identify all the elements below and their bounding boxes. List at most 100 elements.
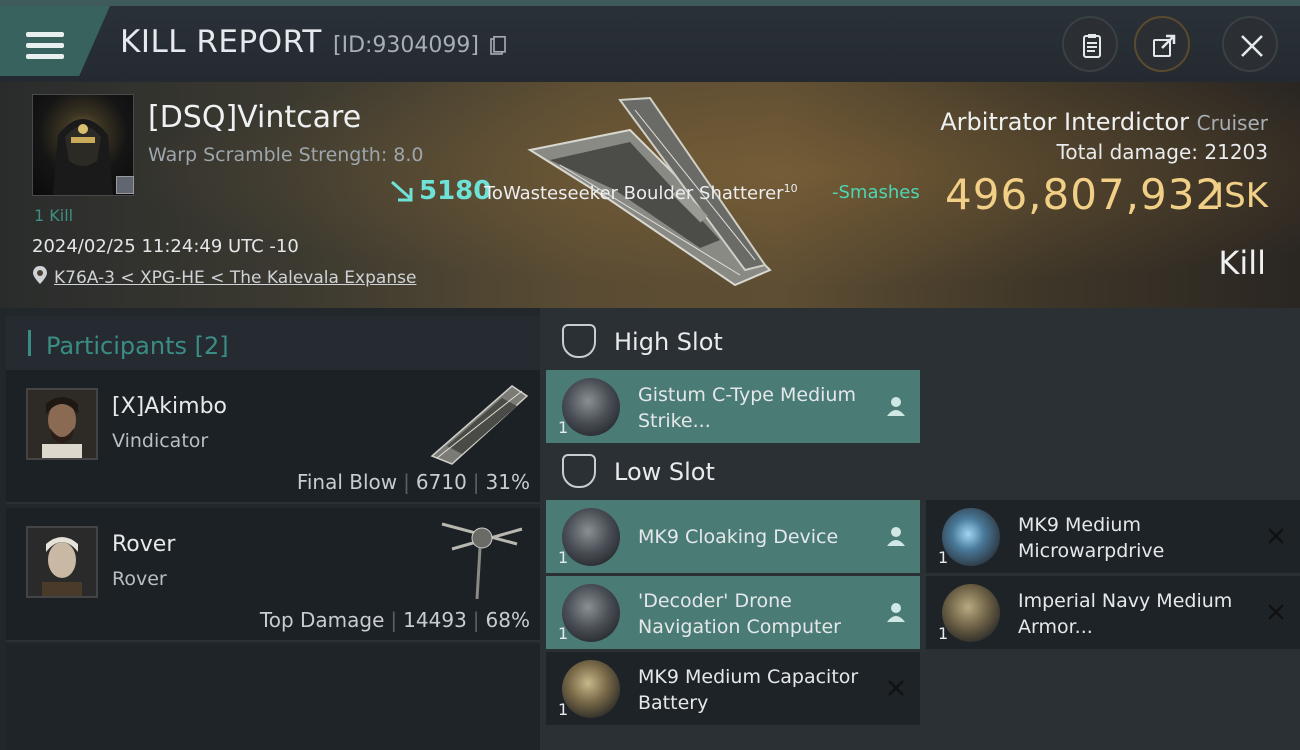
damage-arrow-icon (391, 180, 413, 202)
item-quantity: 1 (938, 624, 949, 643)
total-damage-label: Total damage: (1056, 140, 1199, 164)
drone-navigation-icon (562, 584, 620, 642)
stats-divider: | (472, 608, 480, 632)
hamburger-icon[interactable] (26, 32, 64, 60)
row-separator (6, 640, 540, 642)
participant-stats: Top Damage | 14493 | 68% (260, 608, 530, 632)
stats-divider: | (472, 470, 480, 494)
isk-value: 496,807,932 (945, 170, 1224, 219)
result-label: Kill (1218, 244, 1266, 282)
participant-percent: 68% (485, 608, 530, 632)
item-quantity: 1 (558, 548, 569, 567)
low-slot-header: Low Slot (548, 442, 1300, 502)
participant-ship-image (441, 522, 523, 600)
participant-damage: 6710 (415, 470, 467, 494)
pilot-icon (887, 603, 905, 622)
stats-divider: | (403, 470, 410, 494)
item-name: MK9 Medium Capacitor Battery (638, 666, 859, 714)
participant-ship-image (430, 385, 529, 465)
microwarpdrive-icon (942, 508, 1000, 566)
victim-ship: Arbitrator Interdictor Cruiser (940, 108, 1268, 136)
copy-icon[interactable] (490, 36, 506, 56)
participants-panel: Participants [2] [X]Akimbo Vindicator Fi… (0, 308, 540, 750)
page-title: KILL REPORT (120, 24, 322, 60)
damage-amount: 5180 (419, 176, 492, 206)
participant-role: Final Blow (296, 470, 398, 494)
item-name: Imperial Navy Medium Armor... (1018, 590, 1233, 638)
close-button[interactable] (1222, 16, 1278, 72)
warp-scramble-strength: Warp Scramble Strength: 8.0 (148, 144, 424, 166)
close-icon (888, 680, 904, 696)
high-slot-icon (562, 324, 596, 358)
isk-label: ISK (1214, 176, 1268, 216)
participant-name[interactable]: [X]Akimbo (112, 394, 227, 419)
location-pin-icon (33, 266, 47, 284)
item-name: MK9 Cloaking Device (638, 526, 839, 548)
low-slot-icon (562, 454, 596, 488)
participant-damage: 14493 (403, 608, 467, 632)
report-id: [ID:9304099] (333, 33, 479, 58)
bearded-portrait-icon (28, 390, 96, 458)
fitting-item[interactable]: 1 MK9 Medium Microwarpdrive (926, 500, 1300, 573)
menu-badge-icon (116, 176, 134, 194)
damage-target-level: 10 (783, 182, 798, 195)
participants-empty-area (6, 644, 540, 750)
victim-ship-name: Arbitrator Interdictor (940, 108, 1189, 136)
strike-missile-icon (562, 378, 620, 436)
clipboard-icon (1083, 34, 1101, 58)
damage-verb: -Smashes (832, 182, 920, 203)
participant-ship: Vindicator (112, 430, 209, 452)
pilot-icon (887, 527, 905, 546)
close-icon (1241, 35, 1263, 57)
fitting-item[interactable]: 1 Imperial Navy Medium Armor... (926, 576, 1300, 649)
damage-target-name: ToWasteseeker Boulder Shatterer (484, 183, 784, 204)
high-slot-title: High Slot (614, 328, 723, 356)
row-separator (6, 502, 540, 504)
clipboard-button[interactable] (1062, 16, 1118, 72)
item-quantity: 1 (558, 624, 569, 643)
participants-label: Participants (46, 332, 187, 360)
participant-avatar[interactable] (26, 388, 98, 460)
kill-datetime: 2024/02/25 11:24:49 UTC -10 (32, 236, 299, 257)
fitting-item[interactable]: 1 MK9 Medium Capacitor Battery (546, 652, 920, 725)
fitting-item[interactable]: 1 MK9 Cloaking Device (546, 500, 920, 573)
stats-divider: | (390, 608, 398, 632)
menu-button[interactable] (0, 6, 110, 76)
armor-plate-icon (942, 584, 1000, 642)
victim-ship-class: Cruiser (1196, 111, 1268, 135)
share-button[interactable] (1134, 16, 1190, 72)
victim-name[interactable]: [DSQ]Vintcare (148, 100, 361, 135)
participants-count: [2] (194, 332, 229, 360)
damage-target: ToWasteseeker Boulder Shatterer10 (484, 182, 798, 204)
participant-avatar[interactable] (26, 526, 98, 598)
participant-percent: 31% (485, 470, 530, 494)
participant-name[interactable]: Rover (112, 532, 175, 557)
kill-summary-banner: [DSQ]Vintcare Warp Scramble Strength: 8.… (0, 82, 1300, 308)
location-link[interactable]: K76A-3 < XPG-HE < The Kalevala Expanse (54, 268, 416, 288)
close-icon (1268, 604, 1284, 620)
item-quantity: 1 (558, 700, 569, 719)
header-bar: KILL REPORT [ID:9304099] (0, 0, 1300, 82)
header-accent-line (0, 0, 1300, 6)
fitting-item[interactable]: 1 Gistum C-Type Medium Strike... (546, 370, 920, 443)
capacitor-battery-icon (562, 660, 620, 718)
next-slot-header-partial (548, 740, 1300, 750)
low-slot-title: Low Slot (614, 458, 715, 486)
cloaking-device-icon (562, 508, 620, 566)
item-quantity: 1 (558, 418, 569, 437)
item-quantity: 1 (938, 548, 949, 567)
high-slot-header: High Slot (548, 312, 1300, 372)
participants-header: Participants [2] (6, 316, 540, 370)
total-damage: Total damage: 21203 (1057, 140, 1268, 164)
fitting-panel: High Slot 1 Gistum C-Type Medium Strike.… (540, 308, 1300, 750)
item-name: 'Decoder' Drone Navigation Computer (638, 590, 841, 638)
participant-role: Top Damage (259, 608, 385, 632)
close-icon (1268, 528, 1284, 544)
total-damage-value: 21203 (1204, 140, 1268, 164)
gray-haired-portrait-icon (28, 528, 96, 596)
item-name: MK9 Medium Microwarpdrive (1018, 514, 1165, 562)
participant-row[interactable]: Rover Rover Top Damage | 14493 | 68% (6, 508, 540, 642)
participant-row[interactable]: [X]Akimbo Vindicator Final Blow | 6710 | 31% (6, 370, 540, 504)
fitting-item[interactable]: 1 'Decoder' Drone Navigation Computer (546, 576, 920, 649)
participant-ship: Rover (112, 568, 167, 590)
